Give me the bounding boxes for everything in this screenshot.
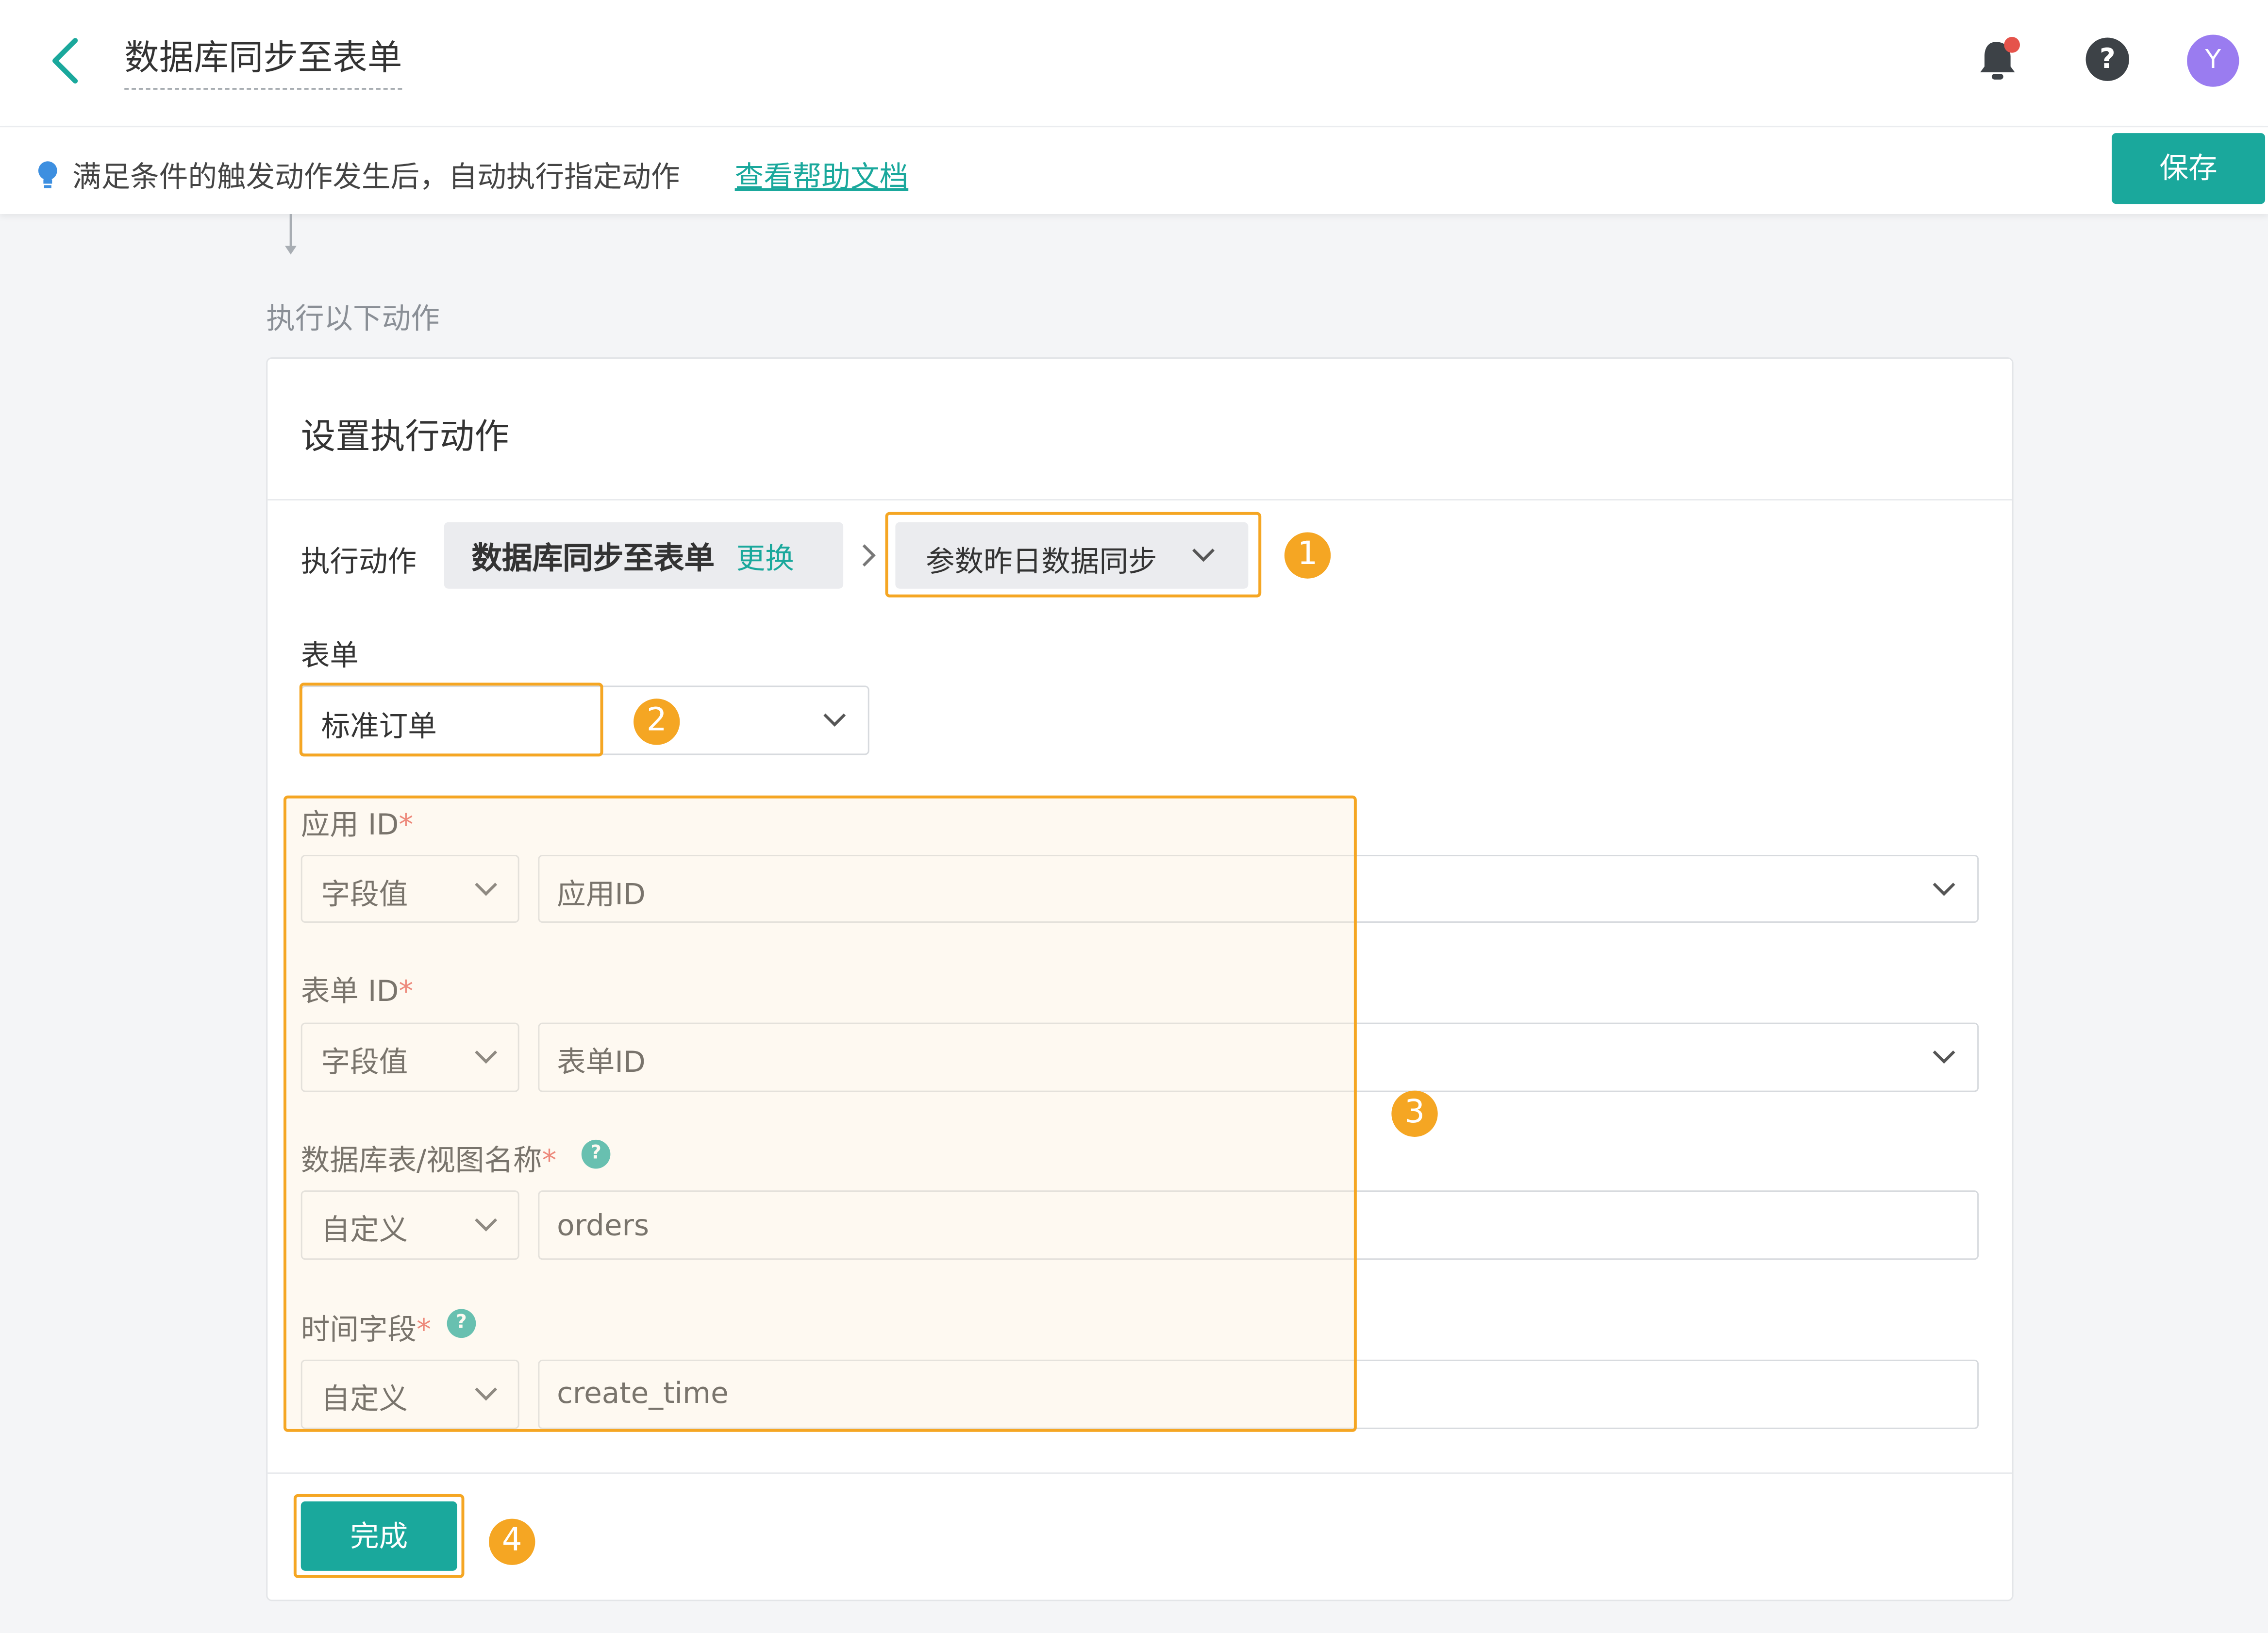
help-icon[interactable]: ? — [2085, 37, 2129, 81]
chevron-down-icon — [475, 1218, 498, 1232]
bulb-icon — [38, 161, 57, 188]
section-label: 执行以下动作 — [266, 300, 440, 336]
question-icon[interactable]: ? — [447, 1309, 476, 1338]
down-arrow-icon — [284, 214, 297, 255]
chevron-down-icon — [1933, 1050, 1955, 1064]
chevron-down-icon — [475, 1050, 498, 1064]
value-select-value: 表单ID — [557, 1044, 646, 1079]
value-select[interactable] — [538, 1022, 1979, 1092]
back-arrow-icon[interactable] — [43, 32, 86, 90]
value-input-text: orders — [557, 1207, 650, 1243]
chevron-down-icon — [475, 883, 498, 896]
help-doc-link[interactable]: 查看帮助文档 — [735, 153, 909, 195]
mode-select-value: 字段值 — [321, 876, 408, 912]
mode-select-value: 自定义 — [321, 1381, 408, 1416]
bell-icon[interactable] — [1976, 35, 2022, 84]
form-label: 表单 — [300, 638, 359, 673]
value-input[interactable] — [538, 1359, 1979, 1429]
card-title: 设置执行动作 — [300, 417, 509, 457]
question-icon[interactable]: ? — [581, 1139, 611, 1169]
form-select-value: 标准订单 — [321, 709, 437, 744]
value-select[interactable] — [538, 854, 1979, 923]
tip-text: 满足条件的触发动作发生后，自动执行指定动作 — [72, 159, 680, 194]
value-select-value: 应用ID — [557, 876, 646, 912]
done-button[interactable]: 完成 — [300, 1501, 457, 1571]
chevron-down-icon — [823, 713, 846, 727]
save-button[interactable]: 保存 — [2112, 133, 2266, 204]
required-mark: * — [542, 1142, 557, 1178]
action-label: 执行动作 — [300, 544, 417, 579]
change-action-link[interactable]: 更换 — [736, 535, 794, 577]
mode-select-value: 自定义 — [321, 1212, 408, 1247]
field-label: 数据库表/视图名称* — [300, 1142, 557, 1178]
required-mark: * — [399, 807, 414, 842]
marker-4: 4 — [489, 1518, 535, 1565]
chevron-down-icon — [1192, 549, 1215, 562]
chevron-right-icon — [862, 544, 876, 567]
field-label: 应用 ID* — [300, 807, 414, 842]
card-divider — [267, 499, 2012, 500]
value-input-text: create_time — [557, 1375, 729, 1411]
field-label: 时间字段* — [300, 1312, 431, 1347]
marker-3: 3 — [1391, 1090, 1438, 1137]
page-title[interactable]: 数据库同步至表单 — [124, 29, 402, 90]
action-name: 数据库同步至表单 — [471, 541, 715, 576]
marker-2: 2 — [634, 699, 680, 745]
value-input[interactable] — [538, 1190, 1979, 1260]
chevron-down-icon — [1933, 883, 1955, 896]
card-footer-divider — [267, 1472, 2012, 1474]
field-label: 表单 ID* — [300, 973, 414, 1008]
avatar[interactable]: Y — [2187, 34, 2239, 87]
config-select-value: 参数昨日数据同步 — [925, 544, 1157, 579]
app-window: 数据库同步至表单 ? Y 满足条件的触发动作发生后，自动执行指定动作 查看帮助文… — [0, 0, 2268, 1633]
required-mark: * — [399, 973, 414, 1008]
chevron-down-icon — [475, 1387, 498, 1401]
mode-select-value: 字段值 — [321, 1044, 408, 1079]
marker-1: 1 — [1284, 532, 1331, 579]
required-mark: * — [417, 1312, 431, 1347]
